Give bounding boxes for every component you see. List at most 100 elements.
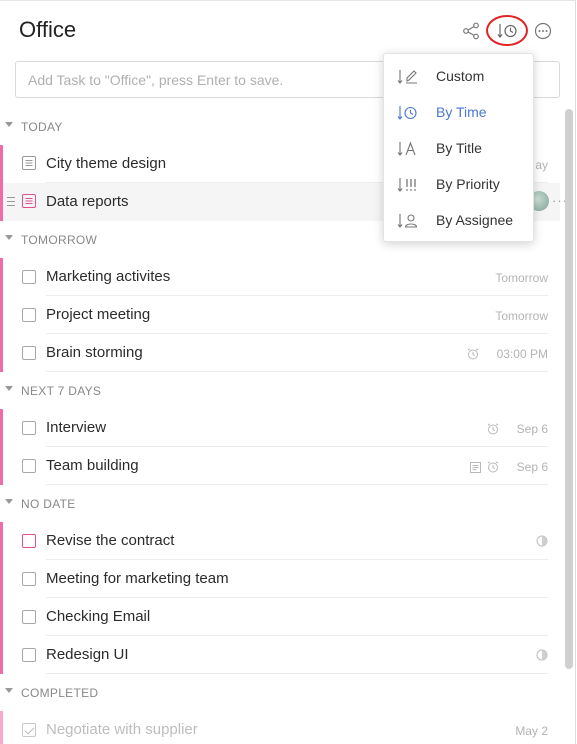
due-date: May 2 bbox=[515, 724, 548, 738]
task-title: Interview bbox=[46, 419, 107, 436]
task-checkbox[interactable] bbox=[22, 270, 36, 284]
collapse-caret-icon[interactable] bbox=[5, 688, 13, 693]
due-date: 03:00 PM bbox=[496, 347, 548, 361]
collapse-caret-icon[interactable] bbox=[5, 499, 13, 504]
task-row[interactable]: Project meeting Tomorrow bbox=[0, 296, 560, 334]
more-options-icon[interactable] bbox=[532, 20, 554, 42]
share-icon[interactable] bbox=[460, 20, 482, 42]
task-title: City theme design bbox=[46, 155, 167, 172]
title-sort-icon bbox=[397, 140, 419, 163]
reminder-icon bbox=[487, 461, 499, 473]
task-meta: Tomorrow bbox=[495, 309, 548, 323]
priority-bar bbox=[0, 522, 3, 560]
section-header-no-date[interactable]: NO DATE bbox=[0, 485, 560, 522]
task-meta: Tomorrow bbox=[495, 271, 548, 285]
task-checkbox[interactable] bbox=[22, 572, 36, 586]
collapse-caret-icon[interactable] bbox=[5, 122, 13, 127]
task-title: Project meeting bbox=[46, 306, 151, 323]
task-row[interactable]: Meeting for marketing team bbox=[0, 560, 560, 598]
section-header-next-7-days[interactable]: NEXT 7 DAYS bbox=[0, 372, 560, 409]
collapse-caret-icon[interactable] bbox=[5, 235, 13, 240]
due-date: Sep 6 bbox=[516, 422, 548, 436]
custom-sort-icon bbox=[397, 68, 419, 91]
priority-bar bbox=[0, 183, 3, 221]
task-row[interactable]: Revise the contract bbox=[0, 522, 560, 560]
sort-option-by-priority[interactable]: By Priority bbox=[384, 166, 535, 202]
sort-option-by-time[interactable]: By Time bbox=[384, 94, 535, 130]
reminder-icon bbox=[467, 348, 479, 360]
task-row[interactable]: Negotiate with supplier May 2 bbox=[0, 711, 560, 744]
section-label: TOMORROW bbox=[21, 233, 98, 247]
task-checkbox[interactable] bbox=[22, 610, 36, 624]
task-checkbox[interactable] bbox=[22, 648, 36, 662]
task-meta bbox=[536, 649, 548, 661]
collapse-caret-icon[interactable] bbox=[5, 386, 13, 391]
task-title: Brain storming bbox=[46, 344, 143, 361]
task-title: Negotiate with supplier bbox=[46, 721, 198, 738]
sort-option-custom[interactable]: Custom bbox=[384, 58, 535, 94]
task-title: Checking Email bbox=[46, 608, 151, 625]
task-title: Data reports bbox=[46, 193, 129, 210]
task-checkbox[interactable] bbox=[22, 459, 36, 473]
task-row[interactable]: Checking Email bbox=[0, 598, 560, 636]
priority-bar bbox=[0, 560, 3, 598]
sort-by-time-icon[interactable] bbox=[496, 20, 520, 42]
task-title: Revise the contract bbox=[46, 532, 175, 549]
reminder-icon bbox=[487, 423, 499, 435]
priority-bar bbox=[0, 334, 3, 372]
task-meta: Sep 6 bbox=[469, 460, 548, 474]
sort-option-label: Custom bbox=[436, 68, 485, 84]
priority-bar bbox=[0, 636, 3, 674]
note-icon bbox=[469, 461, 481, 473]
task-checkbox[interactable] bbox=[22, 346, 36, 360]
task-meta: Sep 6 bbox=[487, 422, 548, 436]
task-checkbox[interactable] bbox=[22, 308, 36, 322]
task-row[interactable]: Brain storming 03:00 PM bbox=[0, 334, 560, 372]
priority-bar bbox=[0, 409, 3, 447]
sort-option-label: By Title bbox=[436, 140, 482, 156]
sort-option-label: By Assignee bbox=[436, 212, 514, 228]
due-date: Tomorrow bbox=[495, 271, 548, 285]
progress-icon bbox=[536, 535, 548, 547]
assignee-sort-icon bbox=[397, 212, 419, 235]
note-checkbox-icon[interactable] bbox=[22, 194, 36, 213]
page-title: Office bbox=[19, 17, 77, 42]
priority-bar bbox=[0, 296, 3, 334]
task-row[interactable]: Marketing activites Tomorrow bbox=[0, 258, 560, 296]
due-date: Sep 6 bbox=[516, 460, 548, 474]
task-checkbox[interactable] bbox=[22, 534, 36, 548]
task-checkbox-checked[interactable] bbox=[22, 723, 36, 737]
section-header-completed[interactable]: COMPLETED bbox=[0, 674, 560, 711]
task-row[interactable]: Team building Sep 6 bbox=[0, 447, 560, 485]
scrollbar[interactable] bbox=[565, 109, 573, 669]
section-label: NO DATE bbox=[21, 497, 76, 511]
task-list-panel: Office Add Task to "Office", press Enter… bbox=[0, 0, 576, 744]
priority-bar bbox=[0, 145, 3, 183]
task-meta: ay bbox=[535, 158, 548, 172]
progress-icon bbox=[536, 649, 548, 661]
task-title: Team building bbox=[46, 457, 139, 474]
drag-handle-icon[interactable] bbox=[7, 197, 15, 206]
sort-option-by-assignee[interactable]: By Assignee bbox=[384, 202, 535, 238]
section-label: TODAY bbox=[21, 120, 63, 134]
task-meta: May 2 bbox=[515, 724, 548, 738]
section-label: COMPLETED bbox=[21, 686, 99, 700]
priority-bar bbox=[0, 258, 3, 296]
task-row[interactable]: Redesign UI bbox=[0, 636, 560, 674]
sort-menu: Custom By Time By Title By Priority By A… bbox=[383, 53, 534, 242]
task-title: Meeting for marketing team bbox=[46, 570, 229, 587]
task-row[interactable]: Interview Sep 6 bbox=[0, 409, 560, 447]
priority-bar bbox=[0, 711, 3, 744]
time-sort-icon bbox=[397, 104, 419, 127]
note-checkbox-icon[interactable] bbox=[22, 156, 36, 175]
sort-option-label: By Priority bbox=[436, 176, 500, 192]
due-date: ay bbox=[535, 158, 548, 172]
sort-option-by-title[interactable]: By Title bbox=[384, 130, 535, 166]
header: Office bbox=[0, 1, 575, 61]
task-meta bbox=[536, 535, 548, 547]
due-date: Tomorrow bbox=[495, 309, 548, 323]
task-checkbox[interactable] bbox=[22, 421, 36, 435]
task-title: Redesign UI bbox=[46, 646, 129, 663]
task-title: Marketing activites bbox=[46, 268, 171, 285]
priority-bar bbox=[0, 598, 3, 636]
